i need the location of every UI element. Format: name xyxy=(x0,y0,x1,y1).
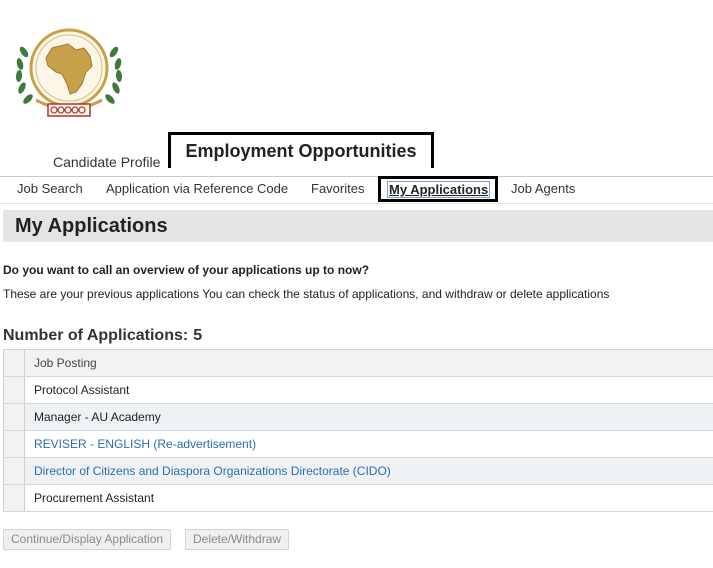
table-header-row: Job Posting xyxy=(3,349,713,377)
page-title-bar: My Applications xyxy=(3,210,713,242)
continue-display-application-button[interactable]: Continue/Display Application xyxy=(3,529,172,550)
row-selector[interactable] xyxy=(3,457,25,485)
table-row[interactable]: Manager - AU Academy xyxy=(3,403,713,431)
table-row[interactable]: REVISER - ENGLISH (Re-advertisement) xyxy=(3,430,713,458)
delete-withdraw-button[interactable]: Delete/Withdraw xyxy=(185,529,290,550)
row-selector[interactable] xyxy=(3,403,25,431)
page-title: My Applications xyxy=(15,215,168,237)
subnav-item-job-search[interactable]: Job Search xyxy=(17,181,83,196)
table-row[interactable]: Procurement Assistant xyxy=(3,484,713,512)
subnav-item-favorites[interactable]: Favorites xyxy=(311,181,364,196)
application-count: Number of Applications: 5 xyxy=(3,327,202,345)
subnav-item-my-applications[interactable]: My Applications xyxy=(378,176,499,202)
job-posting-link[interactable]: REVISER - ENGLISH (Re-advertisement) xyxy=(24,430,713,458)
application-count-label: Number of Applications: xyxy=(3,327,189,344)
subnav-item-job-agents[interactable]: Job Agents xyxy=(511,181,575,196)
subnav-item-my-applications-label: My Applications xyxy=(386,181,491,198)
main-tabs: Candidate Profile Employment Opportuniti… xyxy=(0,132,713,176)
job-posting-title: Manager - AU Academy xyxy=(24,403,713,431)
applications-table: Job Posting Protocol Assistant Manager -… xyxy=(3,349,713,512)
row-selector[interactable] xyxy=(3,484,25,512)
application-count-value: 5 xyxy=(193,327,203,344)
sub-navigation: Job Search Application via Reference Cod… xyxy=(0,176,713,204)
row-selector[interactable] xyxy=(3,430,25,458)
row-selector[interactable] xyxy=(3,376,25,404)
african-union-emblem-icon xyxy=(12,22,126,124)
job-posting-title: Protocol Assistant xyxy=(24,376,713,404)
subnav-item-application-via-reference-code[interactable]: Application via Reference Code xyxy=(106,181,288,196)
tab-employment-opportunities[interactable]: Employment Opportunities xyxy=(168,132,434,168)
overview-description: These are your previous applications You… xyxy=(3,287,610,301)
table-row[interactable]: Director of Citizens and Diaspora Organi… xyxy=(3,457,713,485)
job-posting-link[interactable]: Director of Citizens and Diaspora Organi… xyxy=(24,457,713,485)
table-row[interactable]: Protocol Assistant xyxy=(3,376,713,404)
job-posting-title: Procurement Assistant xyxy=(24,484,713,512)
tab-candidate-profile[interactable]: Candidate Profile xyxy=(53,154,160,170)
column-header-job-posting[interactable]: Job Posting xyxy=(24,349,713,377)
overview-question: Do you want to call an overview of your … xyxy=(3,263,370,277)
select-all-cell[interactable] xyxy=(3,349,25,377)
